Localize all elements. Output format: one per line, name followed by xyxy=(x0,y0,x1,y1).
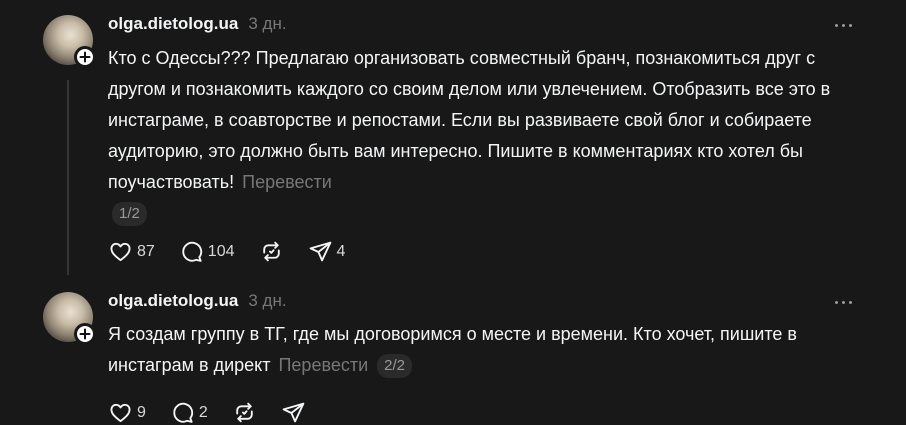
repost-icon xyxy=(236,402,253,423)
thread-connector-line xyxy=(67,80,69,275)
comment-button[interactable]: 104 xyxy=(179,239,235,264)
follow-plus-icon[interactable] xyxy=(74,323,96,345)
profile-avatar[interactable] xyxy=(43,15,96,68)
repost-button[interactable] xyxy=(232,400,257,425)
repost-icon xyxy=(262,241,280,262)
heart-icon xyxy=(110,242,131,262)
like-button[interactable]: 9 xyxy=(108,400,146,425)
thread-page-indicator: 1/2 xyxy=(112,202,147,226)
username-link[interactable]: olga.dietolog.ua xyxy=(108,291,238,311)
speech-bubble-icon xyxy=(173,402,193,423)
username-link[interactable]: olga.dietolog.ua xyxy=(108,14,238,34)
speech-bubble-icon xyxy=(182,241,202,262)
post-timestamp[interactable]: 3 дн. xyxy=(248,14,286,34)
follow-plus-icon[interactable] xyxy=(74,46,96,68)
post-actions: 9 2 xyxy=(108,400,330,425)
repost-button[interactable] xyxy=(259,239,284,264)
paper-plane-icon xyxy=(309,241,331,262)
thread-page-indicator: 2/2 xyxy=(377,354,412,378)
share-button[interactable] xyxy=(281,400,306,425)
heart-icon xyxy=(110,403,131,423)
more-horizontal-icon[interactable] xyxy=(831,294,855,310)
share-button[interactable]: 4 xyxy=(308,239,346,264)
like-count: 87 xyxy=(137,242,155,260)
post-body-text: Я создам группу в ТГ, где мы договоримся… xyxy=(108,324,797,375)
post-text: Кто с Одессы??? Предлагаю организовать с… xyxy=(108,43,853,229)
translate-link[interactable]: Перевести xyxy=(242,172,332,192)
post-text: Я создам группу в ТГ, где мы договоримся… xyxy=(108,319,853,381)
post-header: olga.dietolog.ua 3 дн. xyxy=(108,291,287,311)
share-count: 4 xyxy=(336,242,346,260)
post-timestamp[interactable]: 3 дн. xyxy=(248,291,286,311)
like-button[interactable]: 87 xyxy=(108,239,155,264)
post-actions: 87 104 4 xyxy=(108,239,369,264)
post-body-text: Кто с Одессы??? Предлагаю организовать с… xyxy=(108,48,831,192)
more-horizontal-icon[interactable] xyxy=(831,17,855,33)
profile-avatar[interactable] xyxy=(43,292,96,345)
post-header: olga.dietolog.ua 3 дн. xyxy=(108,14,287,34)
paper-plane-icon xyxy=(282,402,305,423)
translate-link[interactable]: Перевести xyxy=(278,355,368,375)
comment-count: 104 xyxy=(207,242,235,260)
comment-button[interactable]: 2 xyxy=(170,400,208,425)
